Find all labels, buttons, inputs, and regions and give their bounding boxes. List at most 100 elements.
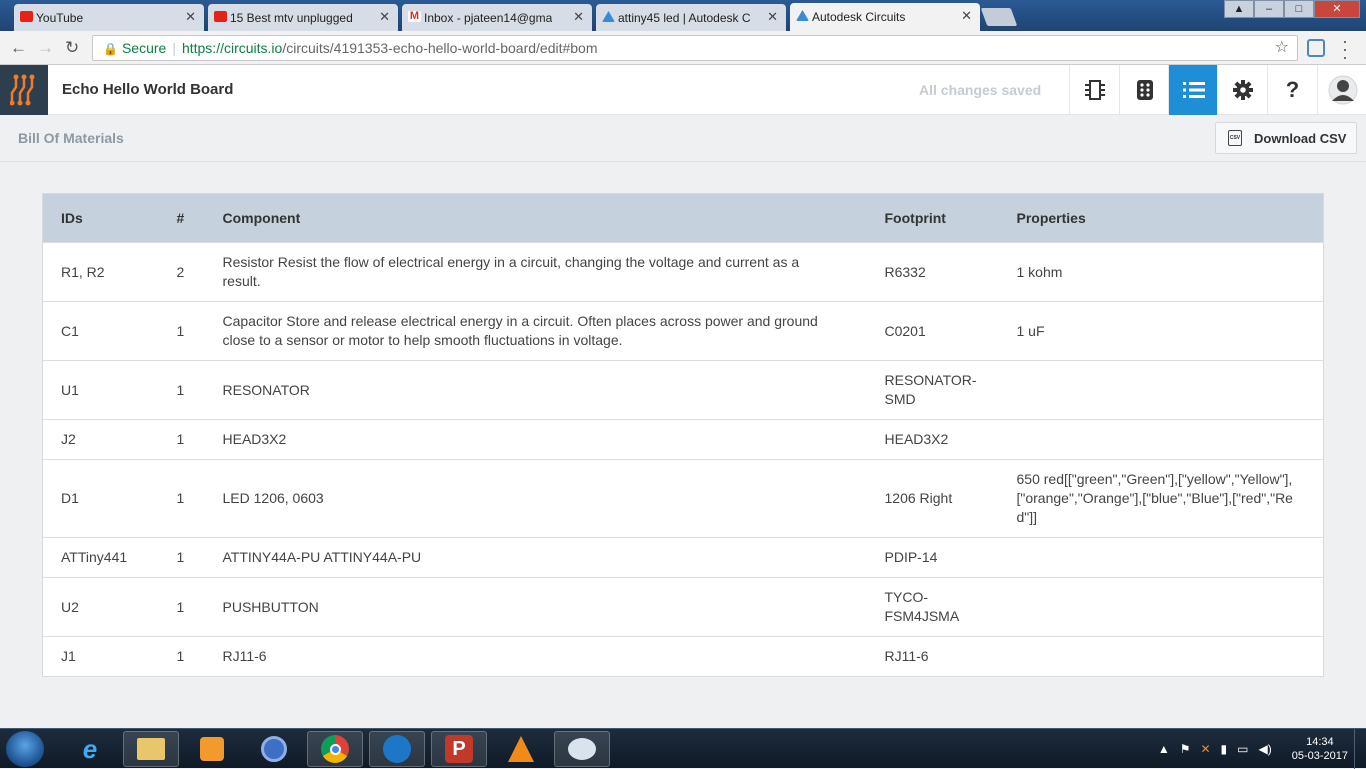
cell-properties <box>998 360 1324 420</box>
network-icon[interactable]: ▭ <box>1237 742 1248 756</box>
settings-button[interactable] <box>1217 65 1267 115</box>
close-icon[interactable]: ✕ <box>573 9 584 25</box>
network-app-icon[interactable] <box>369 731 425 767</box>
reload-icon[interactable]: ↻ <box>65 38 79 58</box>
bookmark-star-icon[interactable]: ☆ <box>1275 36 1289 60</box>
avatar-icon <box>1328 75 1357 105</box>
cell-footprint: R6332 <box>866 242 999 302</box>
cell-footprint: C0201 <box>866 301 999 361</box>
system-tray: ▲ ⚑ ✕ ▮ ▭ ◀) 14:34 05-03-2017 <box>1158 729 1348 769</box>
autodesk-icon <box>796 10 809 21</box>
battery-icon[interactable]: ▮ <box>1221 742 1228 756</box>
csv-file-icon: CSV <box>1228 130 1242 146</box>
bom-view-button[interactable] <box>1168 65 1218 115</box>
browser-tab[interactable]: M Inbox - pjateen14@gma ✕ <box>402 4 592 31</box>
cell-component: Capacitor Store and release electrical e… <box>204 301 867 361</box>
cell-count: 1 <box>172 636 205 677</box>
youtube-icon <box>20 11 33 22</box>
close-icon[interactable]: ✕ <box>185 9 196 25</box>
window-controls: ▲ – □ ✕ <box>1224 0 1360 18</box>
bom-header-bar: Bill Of Materials CSV Download CSV <box>0 115 1366 162</box>
extension-icon[interactable] <box>1307 39 1325 57</box>
cell-footprint: TYCO-FSM4JSMA <box>866 577 999 637</box>
app-icon[interactable] <box>246 731 302 767</box>
download-csv-button[interactable]: CSV Download CSV <box>1215 122 1357 154</box>
cell-properties <box>998 537 1324 578</box>
tray-expand-icon[interactable]: ▲ <box>1158 742 1170 756</box>
vlc-icon[interactable] <box>493 731 549 767</box>
close-icon[interactable]: ✕ <box>961 8 972 24</box>
cell-footprint: HEAD3X2 <box>866 419 999 460</box>
help-button[interactable]: ? <box>1267 65 1317 115</box>
lock-icon: 🔒 <box>103 42 118 56</box>
close-icon[interactable]: ✕ <box>767 9 778 25</box>
cell-ids: D1 <box>42 459 173 538</box>
new-tab-button[interactable] <box>980 8 1018 26</box>
show-desktop-button[interactable] <box>1354 729 1366 769</box>
cell-ids: ATTiny441 <box>42 537 173 578</box>
circuits-logo-icon[interactable] <box>0 65 48 115</box>
autodesk-icon <box>602 11 615 22</box>
cell-component: Resistor Resist the flow of electrical e… <box>204 242 867 302</box>
table-row: U2 1 PUSHBUTTON TYCO-FSM4JSMA <box>42 577 1324 637</box>
app-header: Echo Hello World Board All changes saved… <box>0 65 1366 115</box>
column-header-footprint: Footprint <box>866 193 999 243</box>
address-bar[interactable]: 🔒 Secure | https://circuits.io/circuits/419… <box>92 35 1298 61</box>
table-row: J2 1 HEAD3X2 HEAD3X2 <box>42 419 1324 460</box>
cell-footprint: RJ11-6 <box>866 636 999 677</box>
column-header-ids: IDs <box>42 193 173 243</box>
start-button[interactable] <box>6 731 44 767</box>
psiphon-icon[interactable]: P <box>431 731 487 767</box>
list-icon <box>1182 82 1205 98</box>
cell-count: 1 <box>172 459 205 538</box>
flag-icon[interactable]: ⚑ <box>1180 742 1191 756</box>
maximize-button[interactable]: □ <box>1284 0 1314 18</box>
internet-explorer-icon[interactable]: e <box>62 731 118 767</box>
cell-properties <box>998 636 1324 677</box>
cell-component: RESONATOR <box>204 360 867 420</box>
browser-tab[interactable]: 15 Best mtv unplugged ✕ <box>208 4 398 31</box>
file-explorer-icon[interactable] <box>123 731 179 767</box>
cell-count: 1 <box>172 577 205 637</box>
cell-footprint: PDIP-14 <box>866 537 999 578</box>
volume-icon[interactable]: ◀) <box>1258 742 1271 756</box>
media-player-icon[interactable] <box>184 731 240 767</box>
cell-ids: J2 <box>42 419 173 460</box>
close-window-button[interactable]: ✕ <box>1314 0 1360 18</box>
tab-title: YouTube <box>36 10 84 25</box>
browser-toolbar: ← → ↻ 🔒 Secure | https://circuits.io/circui… <box>0 31 1366 66</box>
column-header-component: Component <box>204 193 867 243</box>
gear-icon <box>1232 80 1253 100</box>
user-icon[interactable]: ▲ <box>1224 0 1254 18</box>
back-arrow-icon[interactable]: ← <box>10 38 27 58</box>
url-path: /circuits/4191353-echo-hello-world-board… <box>282 40 598 56</box>
browser-tab-active[interactable]: Autodesk Circuits ✕ <box>790 3 980 31</box>
os-taskbar: e P ▲ ⚑ ✕ ▮ ▭ ◀) 14:34 05-03-2017 <box>0 728 1366 769</box>
breadboard-icon <box>1136 80 1153 100</box>
table-row: ATTiny441 1 ATTINY44A-PU ATTINY44A-PU PD… <box>42 537 1324 578</box>
paint-icon[interactable] <box>554 731 610 767</box>
forward-arrow-icon[interactable]: → <box>37 38 54 58</box>
table-row: C1 1 Capacitor Store and release electri… <box>42 301 1324 361</box>
browser-tab[interactable]: attiny45 led | Autodesk C ✕ <box>596 4 786 31</box>
cell-ids: U1 <box>42 360 173 420</box>
system-clock[interactable]: 14:34 05-03-2017 <box>1292 735 1348 763</box>
cell-count: 1 <box>172 360 205 420</box>
page-title: Bill Of Materials <box>18 130 124 146</box>
user-menu-button[interactable] <box>1317 65 1366 115</box>
minimize-button[interactable]: – <box>1254 0 1284 18</box>
tab-title: Autodesk Circuits <box>812 10 906 24</box>
browser-tab[interactable]: YouTube ✕ <box>14 4 204 31</box>
pcb-view-button[interactable] <box>1119 65 1169 115</box>
chrome-icon[interactable] <box>307 731 363 767</box>
menu-icon[interactable]: · · · <box>1340 32 1350 66</box>
cell-properties <box>998 419 1324 460</box>
clock-date: 05-03-2017 <box>1291 750 1348 762</box>
cell-component: PUSHBUTTON <box>204 577 867 637</box>
tray-app-icon[interactable]: ✕ <box>1200 742 1210 756</box>
design-title[interactable]: Echo Hello World Board <box>62 81 233 98</box>
column-header-properties: Properties <box>998 193 1324 243</box>
close-icon[interactable]: ✕ <box>379 9 390 25</box>
youtube-icon <box>214 11 227 22</box>
schematic-view-button[interactable] <box>1069 65 1119 115</box>
